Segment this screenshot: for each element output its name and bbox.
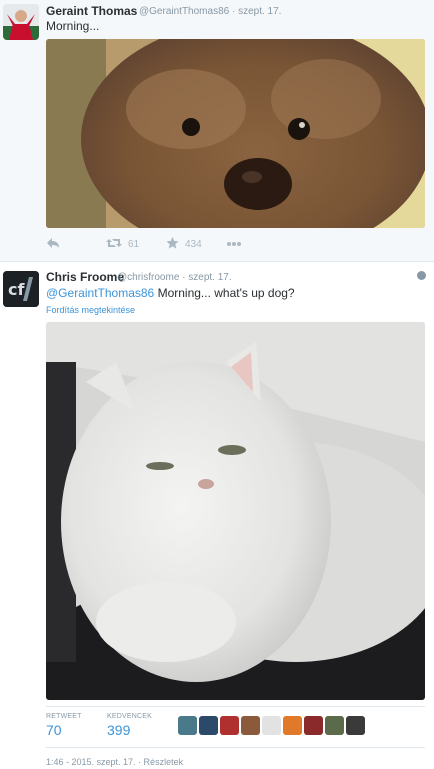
favoriter-avatar[interactable] [304,716,323,735]
author-handle[interactable]: @GeraintThomas86 · szept. 17. [139,6,281,17]
more-icon [226,239,242,250]
tweet-body: Morning... what's up dog? [154,286,295,300]
tweet-photo-cat[interactable] [46,322,425,700]
retweet-value: 70 [46,722,62,738]
favorite-button[interactable]: 434 [166,236,202,252]
translate-link[interactable]: Fordítás megtekintése [46,305,135,315]
reply-icon [46,237,60,252]
tweet-photo-dog[interactable] [46,39,425,228]
author-handle[interactable]: @chrisfroome · szept. 17. [117,272,232,283]
tweet-text: @GeraintThomas86 Morning... what's up do… [46,286,295,300]
favoriter-avatar[interactable] [346,716,365,735]
avatar-chris-froome[interactable]: cf [3,271,39,307]
favoriter-avatar[interactable] [199,716,218,735]
retweet-button[interactable]: 61 [106,236,139,252]
favoriter-avatars [178,716,365,735]
svg-text:cf: cf [8,280,25,299]
retweet-count: 61 [128,238,140,250]
retweet-stat[interactable]: RETWEET 70 [46,713,82,738]
favoriter-avatar[interactable] [241,716,260,735]
favoriter-avatar[interactable] [325,716,344,735]
retweet-icon [106,237,122,252]
author-name[interactable]: Geraint Thomas [46,4,137,18]
favoriter-avatar[interactable] [283,716,302,735]
retweet-label: RETWEET [46,713,82,720]
favorites-value: 399 [107,722,131,738]
author-name[interactable]: Chris Froome [46,270,124,284]
tweet-geraint-thomas[interactable]: Geraint Thomas @GeraintThomas86 · szept.… [0,0,434,262]
more-button[interactable] [226,236,242,252]
tweet-stats: RETWEET 70 KEDVENCEK 399 [46,706,425,748]
favorites-stat[interactable]: KEDVENCEK 399 [107,713,152,738]
favorite-count: 434 [185,238,202,250]
favoriter-avatar[interactable] [220,716,239,735]
favorites-label: KEDVENCEK [107,713,152,720]
star-icon [166,236,179,252]
mention-link[interactable]: @GeraintThomas86 [46,286,154,300]
reply-button[interactable] [46,236,60,252]
favoriter-avatar[interactable] [262,716,281,735]
tweet-actions: 61 434 [46,236,426,252]
tweet-timestamp[interactable]: 1:46 - 2015. szept. 17. · Részletek [46,757,183,767]
favoriter-avatar[interactable] [178,716,197,735]
globe-icon[interactable] [417,271,426,280]
avatar-geraint-thomas[interactable] [3,4,39,40]
tweet-text: Morning... [46,19,100,33]
